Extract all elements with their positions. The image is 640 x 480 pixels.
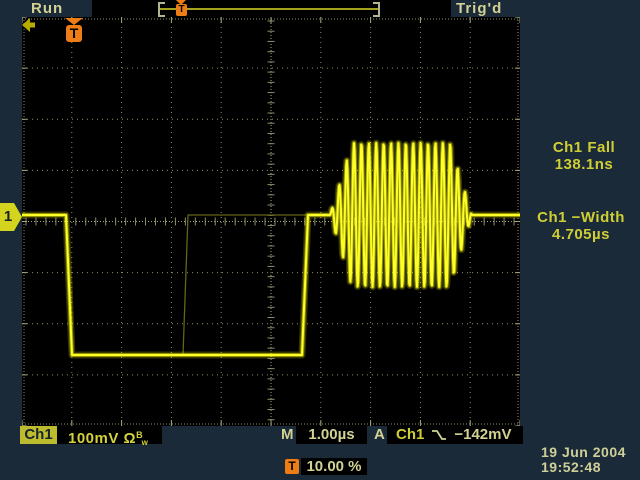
- bottom-readout-row: Ch1 100mV ΩBw M 1.00µs A Ch1 −142mV: [0, 426, 640, 445]
- trigger-position-marker-record: T: [175, 0, 188, 16]
- measurement-label: Ch1 Fall: [524, 139, 640, 156]
- impedance-symbol: Ω: [124, 430, 137, 447]
- timebase-readout: 1.00µs: [296, 426, 367, 444]
- graticule: T: [22, 17, 520, 426]
- trigger-source: Ch1: [396, 426, 424, 444]
- datetime-readout: 19 Jun 2004 19:52:48: [541, 445, 626, 475]
- record-bar-line: [160, 8, 378, 10]
- trigger-marker-t-icon: T: [66, 25, 82, 42]
- measurement-value: 138.1ns: [524, 156, 640, 173]
- acquisition-status: Run: [31, 0, 63, 17]
- record-view: T: [92, 0, 451, 17]
- trigger-level: −142mV: [454, 426, 511, 444]
- measurement-label: Ch1 −Width: [521, 209, 640, 226]
- bandwidth-limit-icon: Bw: [136, 435, 148, 445]
- top-status-bar: Run T Trig'd: [0, 0, 640, 17]
- trigger-marker-triangle-icon: [65, 18, 83, 25]
- waveform-display: [22, 17, 520, 426]
- measurement-value: 4.705µs: [521, 226, 640, 243]
- timebase-m-label: M: [281, 426, 294, 444]
- oscilloscope-screen: Run T Trig'd T 1 Ch1 Fall 138.1ns: [0, 0, 640, 480]
- trigger-position-marker-graticule: T: [64, 18, 84, 44]
- channel1-scale-readout: 100mV ΩBw: [57, 426, 162, 444]
- trigger-readout: Ch1 −142mV: [387, 426, 523, 444]
- falling-edge-icon: [431, 429, 447, 441]
- record-start-bracket: [158, 2, 165, 17]
- measurement-ch1-width: Ch1 −Width 4.705µs: [521, 209, 640, 243]
- measurement-ch1-fall: Ch1 Fall 138.1ns: [524, 139, 640, 173]
- vertical-scale: 100mV: [68, 430, 119, 447]
- channel1-marker-label: 1: [4, 208, 12, 225]
- time-label: 19:52:48: [541, 460, 626, 475]
- trigger-level-arrow-icon: [22, 17, 35, 33]
- trigger-position-readout: 10.00 %: [301, 458, 367, 475]
- trigger-a-label: A: [374, 426, 385, 444]
- trigger-t-icon: T: [285, 459, 299, 474]
- trigger-marker-t-icon: T: [176, 4, 187, 16]
- trigger-status: Trig'd: [456, 0, 502, 17]
- record-end-bracket: [373, 2, 380, 17]
- date-label: 19 Jun 2004: [541, 445, 626, 460]
- channel1-badge: Ch1: [20, 426, 57, 444]
- channel1-ground-marker: 1: [0, 203, 22, 231]
